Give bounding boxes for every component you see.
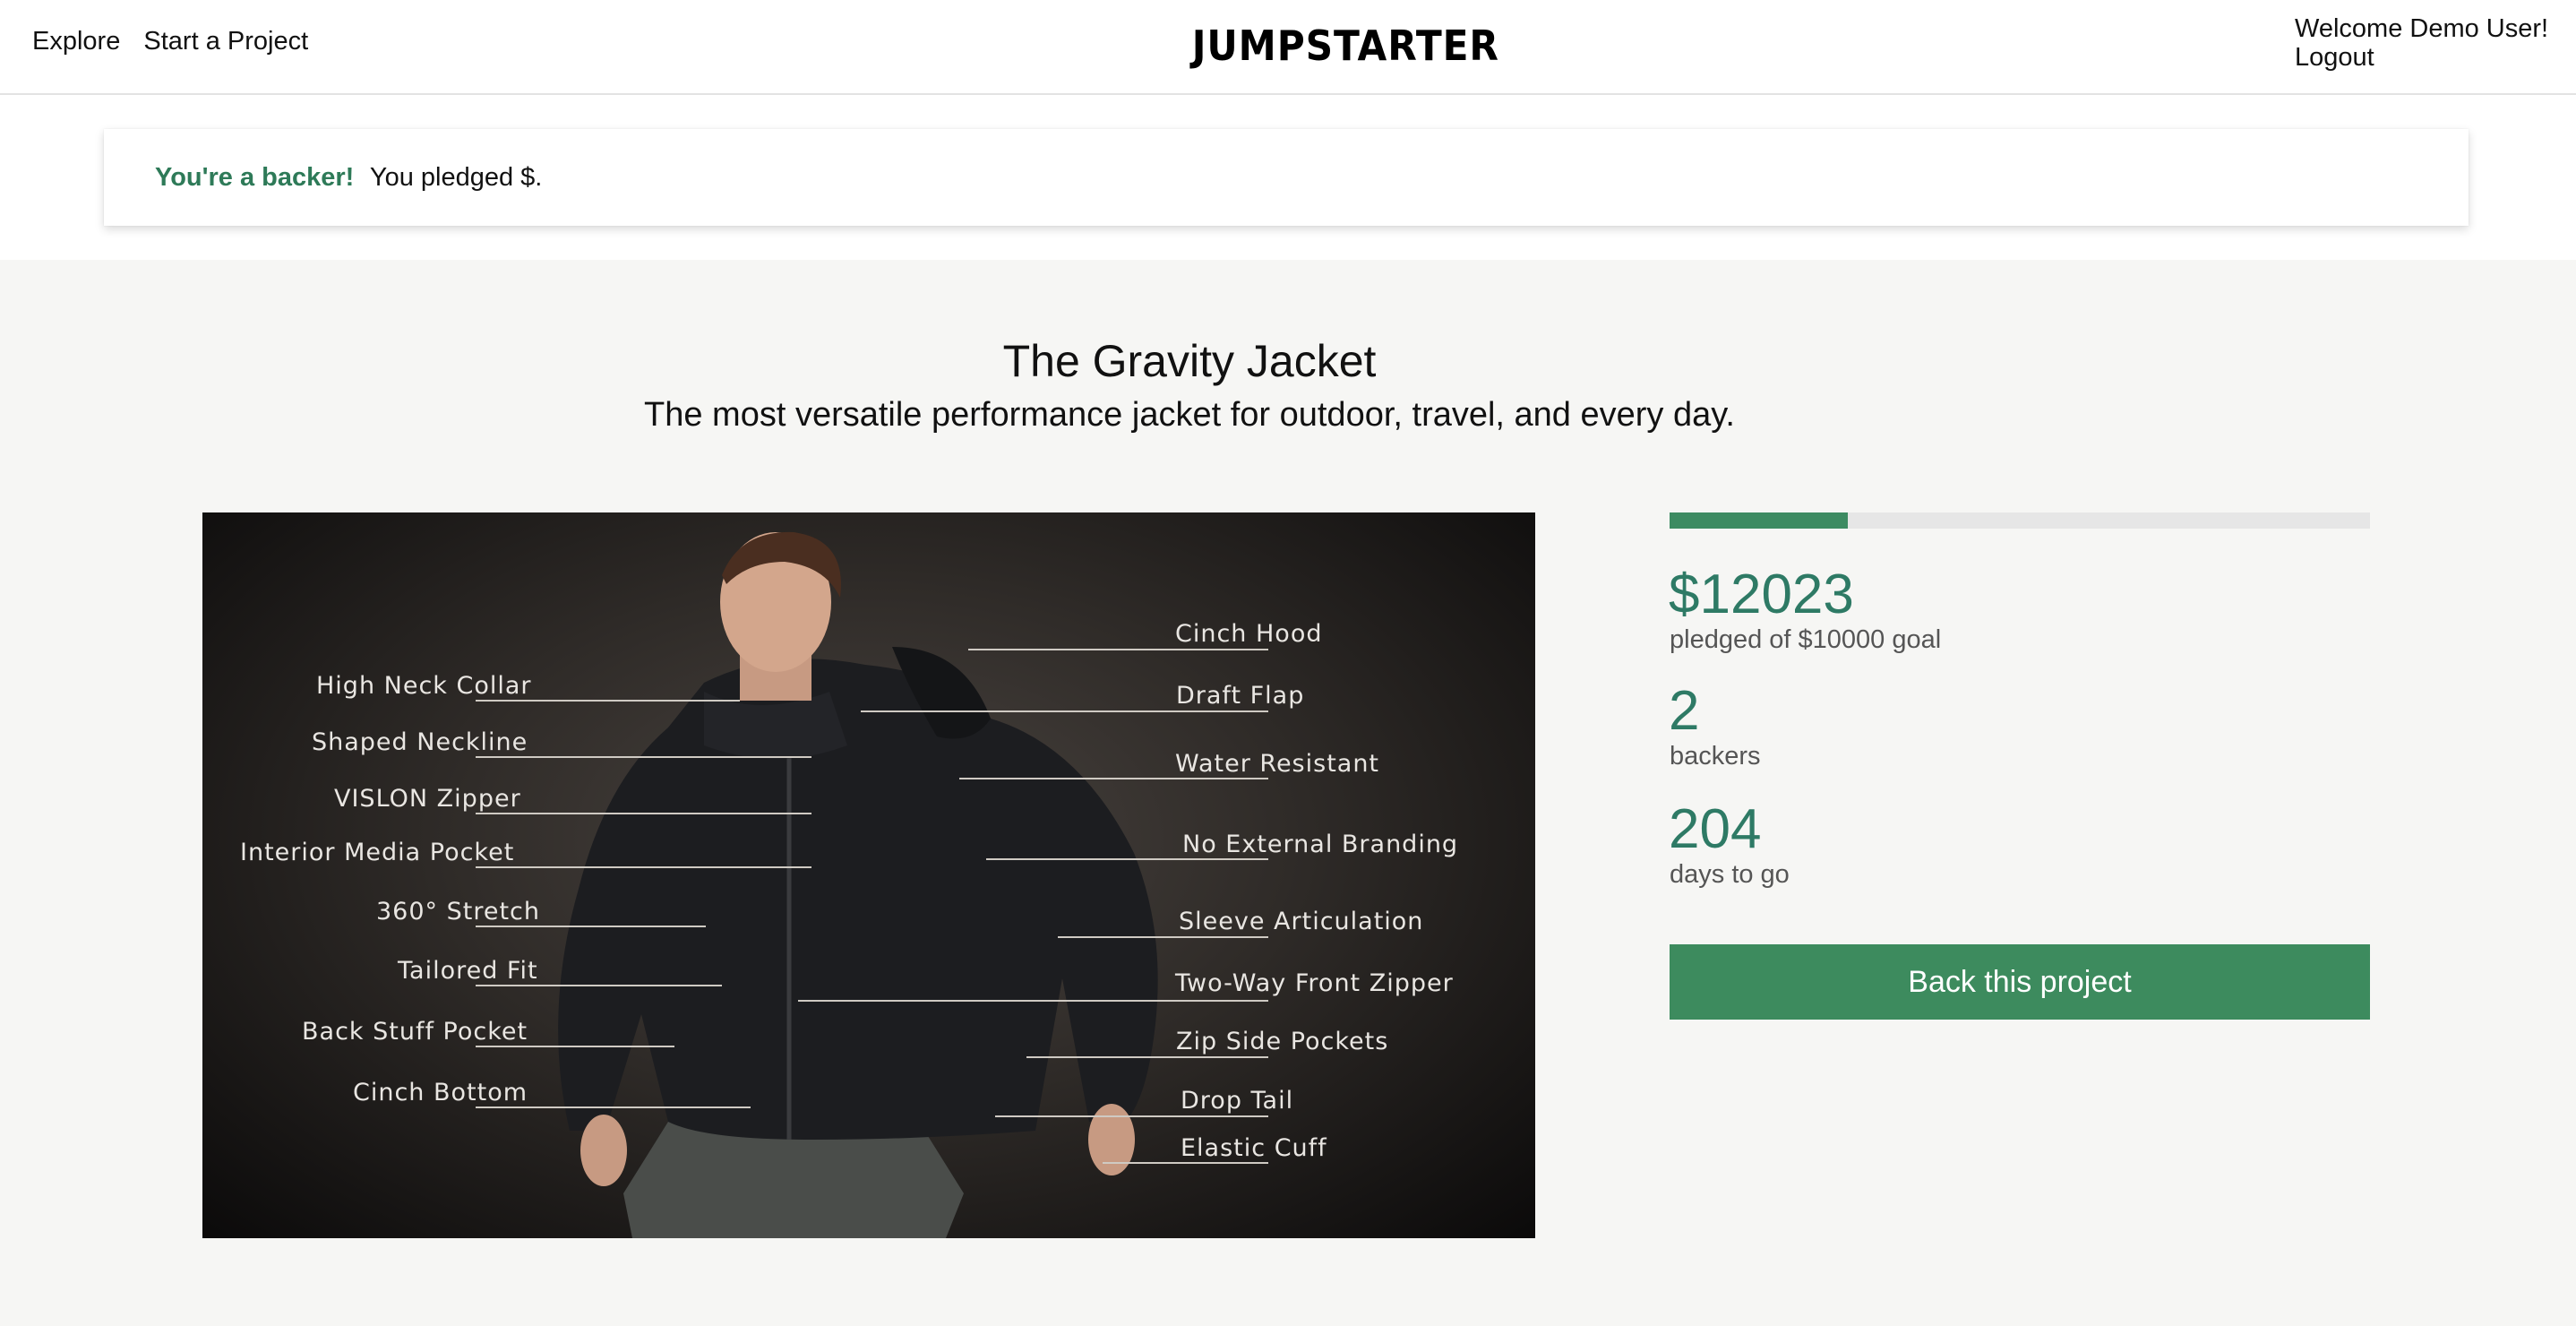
- start-project-link[interactable]: Start a Project: [143, 27, 308, 56]
- banner-text: You're a backer! You pledged $.: [155, 163, 542, 193]
- label-two-way-front-zipper: Two-Way Front Zipper: [1175, 969, 1454, 997]
- label-interior-media-pocket: Interior Media Pocket: [240, 839, 515, 866]
- label-360-stretch: 360° Stretch: [376, 898, 541, 926]
- label-no-external-branding: No External Branding: [1182, 831, 1459, 858]
- explore-link[interactable]: Explore: [32, 27, 120, 56]
- banner-strong-text: You're a backer!: [155, 163, 355, 192]
- jacket-illustration: [476, 531, 1268, 1238]
- project-main: The Gravity Jacket The most versatile pe…: [0, 260, 2576, 1326]
- nav-left: Explore Start a Project: [32, 27, 324, 56]
- pledged-label: pledged of $10000 goal: [1670, 625, 1942, 654]
- funding-progress-bar: [1670, 512, 2370, 529]
- label-vislon-zipper: VISLON Zipper: [334, 785, 521, 813]
- label-back-stuff-pocket: Back Stuff Pocket: [302, 1018, 528, 1046]
- backers-count: 2: [1669, 680, 1700, 742]
- label-drop-tail: Drop Tail: [1181, 1087, 1294, 1115]
- label-cinch-bottom: Cinch Bottom: [353, 1079, 528, 1106]
- project-title: The Gravity Jacket: [1002, 336, 1377, 386]
- welcome-text: Welcome Demo User!: [2295, 14, 2549, 43]
- label-shaped-neckline: Shaped Neckline: [312, 728, 528, 756]
- logout-link[interactable]: Logout: [2295, 43, 2548, 72]
- label-elastic-cuff: Elastic Cuff: [1181, 1134, 1327, 1162]
- project-subtitle: The most versatile performance jacket fo…: [644, 396, 1735, 434]
- label-tailored-fit: Tailored Fit: [398, 957, 538, 985]
- backers-label: backers: [1670, 742, 1761, 771]
- days-label: days to go: [1670, 860, 1790, 889]
- back-project-button[interactable]: Back this project: [1670, 944, 2370, 1020]
- backer-banner: You're a backer! You pledged $.: [104, 129, 2469, 226]
- funding-progress-fill: [1670, 512, 1849, 529]
- project-image: High Neck Collar Shaped Neckline VISLON …: [202, 512, 1535, 1238]
- banner-area: You're a backer! You pledged $.: [0, 95, 2576, 260]
- site-logo[interactable]: JUMPSTARTER: [1192, 20, 1498, 72]
- banner-message: You pledged $.: [369, 163, 543, 192]
- label-zip-side-pockets: Zip Side Pockets: [1176, 1028, 1389, 1055]
- label-sleeve-articulation: Sleeve Articulation: [1179, 908, 1424, 935]
- nav-right: Welcome Demo User! Logout: [2295, 14, 2548, 72]
- label-cinch-hood: Cinch Hood: [1175, 620, 1323, 648]
- label-high-neck-collar: High Neck Collar: [316, 672, 532, 700]
- label-water-resistant: Water Resistant: [1175, 750, 1380, 778]
- days-remaining: 204: [1669, 798, 1762, 860]
- label-draft-flap: Draft Flap: [1176, 682, 1305, 710]
- top-nav: Explore Start a Project JUMPSTARTER Welc…: [0, 0, 2576, 95]
- pledged-amount: $12023: [1669, 564, 1854, 625]
